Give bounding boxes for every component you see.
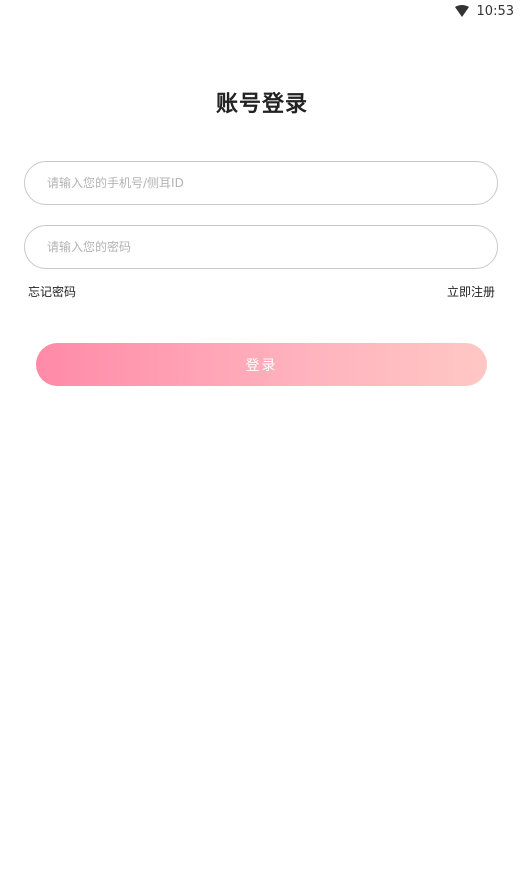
register-link[interactable]: 立即注册 (447, 283, 495, 300)
account-input[interactable] (45, 175, 477, 191)
status-bar: 10:53 (0, 0, 524, 22)
login-button[interactable]: 登录 (36, 343, 487, 386)
password-field[interactable] (24, 225, 498, 269)
wifi-icon (454, 5, 469, 17)
forgot-password-link[interactable]: 忘记密码 (28, 283, 76, 300)
page-title: 账号登录 (215, 92, 308, 117)
password-input[interactable] (45, 239, 477, 255)
account-field[interactable] (24, 161, 498, 205)
status-time: 10:53 (476, 3, 514, 19)
